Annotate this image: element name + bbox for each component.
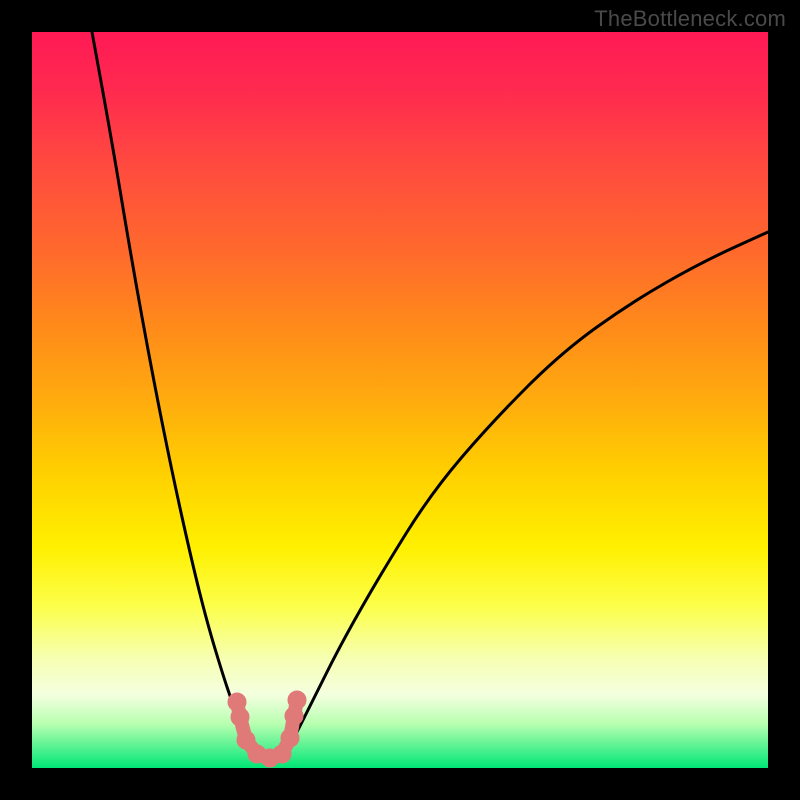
- valley-marker: [281, 729, 299, 747]
- left-curve: [92, 32, 257, 760]
- watermark-text: TheBottleneck.com: [594, 6, 786, 32]
- valley-marker: [285, 707, 303, 725]
- valley-marker: [273, 745, 291, 763]
- right-curve: [282, 232, 768, 760]
- curve-layer: [32, 32, 768, 768]
- valley-marker: [231, 708, 249, 726]
- plot-area: [32, 32, 768, 768]
- chart-frame: TheBottleneck.com: [0, 0, 800, 800]
- valley-markers: [228, 691, 306, 767]
- valley-marker: [288, 691, 306, 709]
